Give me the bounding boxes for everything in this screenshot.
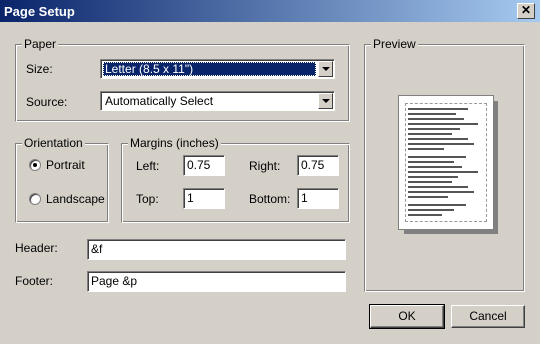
margins-legend: Margins (inches) [128,136,221,150]
preview-text-line [408,138,468,140]
landscape-label[interactable]: Landscape [46,192,105,206]
preview-text-line [408,113,456,115]
source-label: Source: [26,95,67,109]
preview-text-line [408,166,462,168]
preview-text-line [408,186,468,188]
preview-text-line [408,128,460,130]
preview-text-line [408,156,466,158]
landscape-radio[interactable] [29,193,41,205]
preview-text-line [408,209,454,211]
preview-text-line [408,123,478,125]
size-label-text: Size: [26,62,53,76]
left-margin-input[interactable]: 0.75 [183,155,225,176]
preview-text-line [408,204,466,206]
footer-input[interactable]: Page &p [87,271,346,292]
preview-text-line [408,133,452,135]
orientation-group: Orientation [15,136,109,223]
preview-text-line [408,171,478,173]
right-margin-label: Right: [249,159,281,173]
portrait-radio[interactable] [29,159,41,171]
preview-text-line [408,108,468,110]
left-margin-label: Left: [136,159,160,173]
preview-text-line [408,118,464,120]
close-button[interactable]: ✕ [517,3,535,19]
source-value: Automatically Select [105,94,214,108]
header-input[interactable]: &f [87,239,346,260]
header-label: Header: [15,241,58,255]
preview-text-line [408,176,458,178]
bottom-margin-label: Bottom: [249,192,291,206]
source-dropdown[interactable]: Automatically Select [100,91,335,111]
right-margin-input[interactable]: 0.75 [297,155,339,176]
paper-legend: Paper [22,37,59,51]
preview-page [398,95,494,230]
title-bar[interactable]: Page Setup ✕ [0,0,540,22]
size-label: Size: [26,62,53,76]
preview-legend: Preview [371,37,418,51]
size-dropdown[interactable]: Letter (8.5 x 11") [100,59,335,79]
size-value: Letter (8.5 x 11") [103,62,316,76]
preview-margin-box [405,103,487,222]
chevron-down-icon[interactable] [318,93,333,109]
footer-label: Footer: [15,274,54,288]
bottom-margin-input[interactable]: 1 [297,188,339,209]
preview-text-line [408,214,442,216]
window-title: Page Setup [4,4,75,19]
preview-text-line [408,143,474,145]
portrait-label[interactable]: Portrait [46,158,85,172]
orientation-legend: Orientation [22,136,85,150]
preview-text-line [408,181,452,183]
preview-text-line [408,161,454,163]
source-label-text: Source: [26,95,68,109]
preview-text-line [408,196,448,198]
close-icon: ✕ [520,3,532,17]
ok-button[interactable]: OK [369,304,445,329]
preview-text-line [408,148,444,150]
top-margin-input[interactable]: 1 [183,188,225,209]
preview-text-line [408,191,474,193]
cancel-button[interactable]: Cancel [451,305,525,328]
chevron-down-icon[interactable] [318,61,333,77]
top-margin-label: Top: [136,192,159,206]
